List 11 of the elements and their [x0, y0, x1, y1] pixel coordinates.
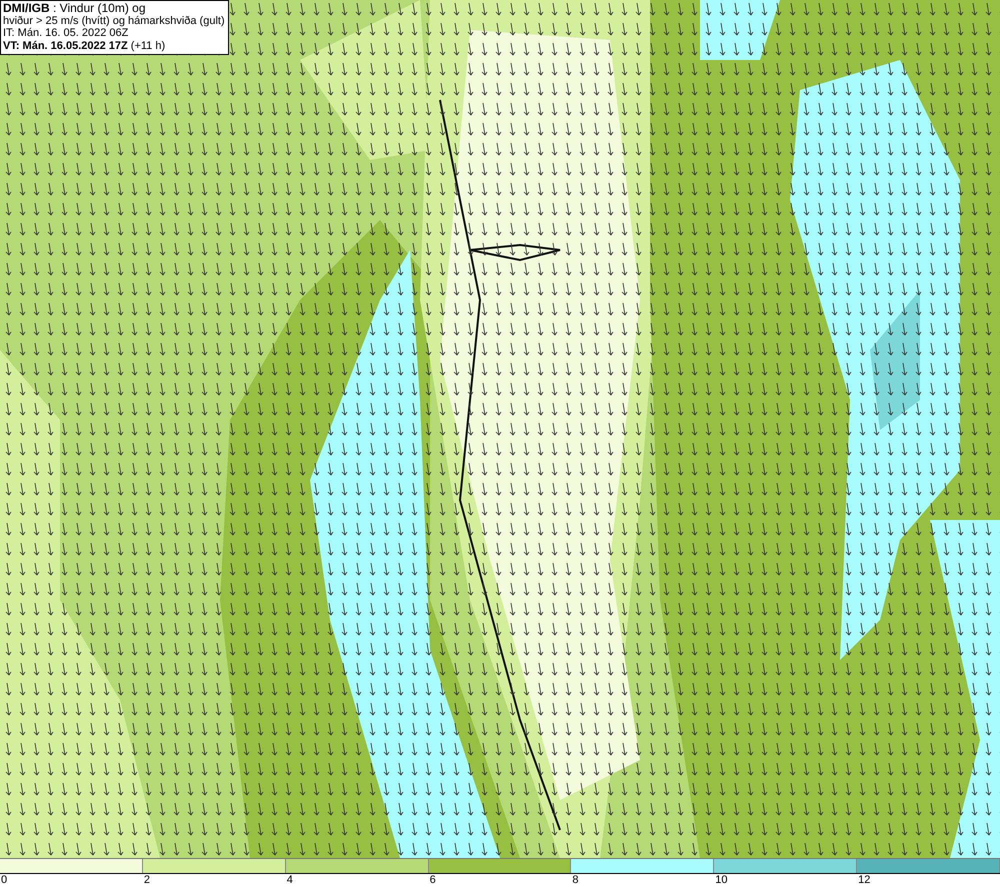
info-text: DMI/IGB : Vindur (10m) og: [3, 2, 146, 14]
legend-tick-label: 8: [571, 874, 579, 886]
info-text: hviður > 25 m/s (hvítt) og hámarkshviða (gult): [3, 14, 225, 27]
legend-tick-label: 6: [428, 874, 436, 886]
legend-tick-label: 0: [0, 874, 8, 886]
legend-tick-label: 2: [142, 874, 150, 886]
legend-tick-label: 10: [714, 874, 728, 886]
info-text: IT: Mán. 16. 05. 2022 06Z: [3, 27, 130, 40]
info-text: VT: Mán. 16.05.2022 17Z (+11 h): [3, 40, 166, 52]
legend-tick-label: 4: [286, 874, 293, 886]
legend-tick-label: 12: [857, 874, 870, 886]
